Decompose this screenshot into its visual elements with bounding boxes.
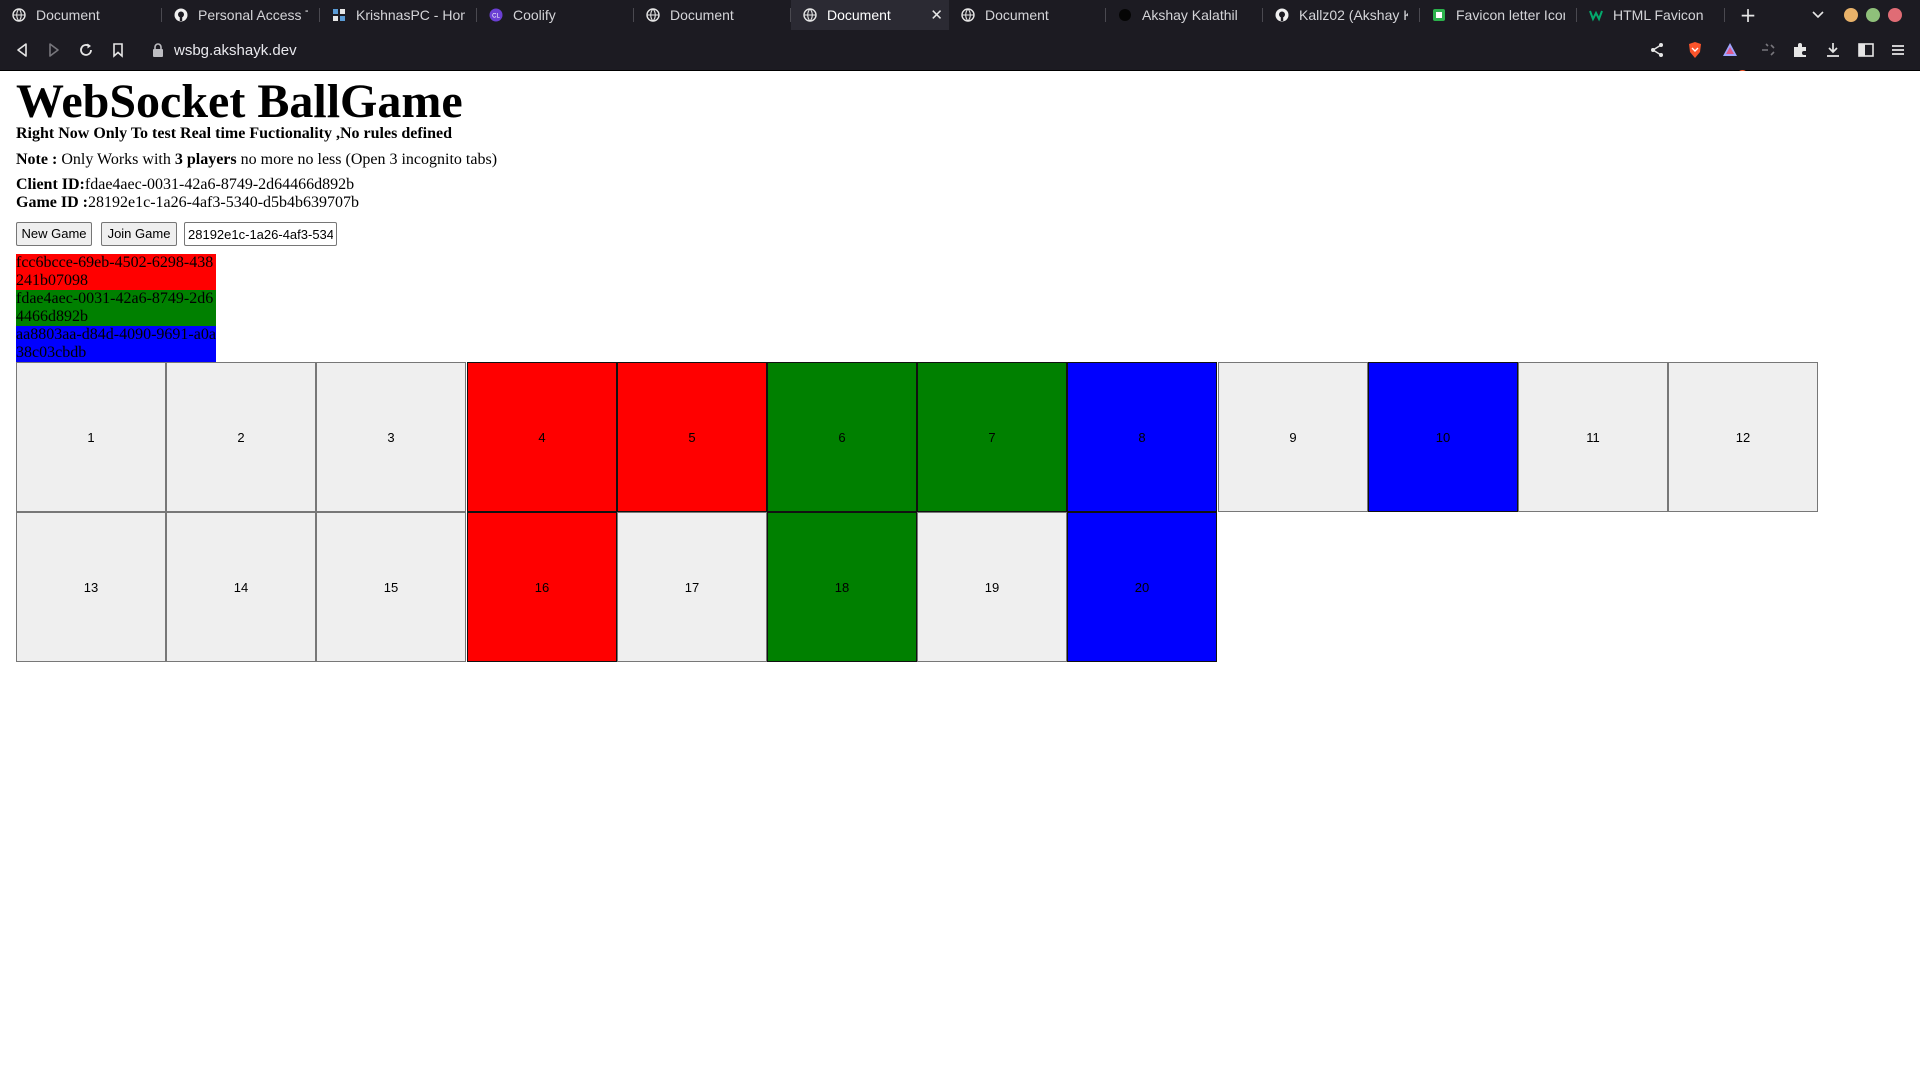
tab-title: Akshay Kalathil (1142, 7, 1238, 23)
board-cell[interactable]: 7 (917, 362, 1067, 512)
tab-list-chevron-icon[interactable] (1810, 6, 1826, 22)
bookmark-icon[interactable] (108, 40, 128, 60)
tab-title: KrishnasPC - Home (356, 7, 465, 23)
forward-icon[interactable] (44, 40, 64, 60)
browser-tab[interactable]: HTML Favicon (1577, 0, 1725, 30)
join-game-button[interactable]: Join Game (101, 222, 177, 246)
globe-icon (12, 8, 26, 22)
tab-title: Document (670, 7, 734, 23)
github-icon (174, 8, 188, 22)
session-ids: Client ID:fdae4aec-0031-42a6-8749-2d6446… (16, 176, 359, 212)
page-title: WebSocket BallGame (16, 75, 463, 128)
back-icon[interactable] (12, 40, 32, 60)
client-id-value: fdae4aec-0031-42a6-8749-2d64466d892b (84, 176, 355, 193)
client-id-label: Client ID: (16, 176, 85, 193)
note-text-1: Only Works with (57, 151, 175, 168)
tab-strip: Document Personal Access Tok KrishnasPC - … (0, 0, 1920, 30)
board-cell[interactable]: 1 (16, 362, 166, 512)
tab-title: Coolify (513, 7, 556, 23)
browser-tab[interactable]: Document (0, 0, 162, 30)
browser-tab[interactable]: Kallz02 (Akshay Kala (1263, 0, 1420, 30)
tab-title: HTML Favicon (1613, 7, 1704, 23)
game-id-label: Game ID : (16, 194, 88, 211)
coolify-icon: CL (489, 8, 503, 22)
browser-tab[interactable]: Document (634, 0, 791, 30)
browser-tab[interactable]: Personal Access Tok (162, 0, 320, 30)
browser-tab[interactable]: Document (949, 0, 1106, 30)
lock-icon (153, 43, 163, 57)
url-field[interactable]: wsbg.akshayk.dev (152, 40, 297, 60)
grid-app-icon (332, 8, 346, 22)
window-minimize-dot[interactable] (1844, 8, 1858, 22)
board-cell[interactable]: 15 (316, 512, 466, 662)
player-entry: aa8803aa-d84d-4090-9691-a0a38c03cbdb (16, 326, 216, 362)
players-list: fcc6bcce-69eb-4502-6298-438241b07098 fdae… (16, 254, 216, 362)
share-icon[interactable] (1647, 40, 1667, 60)
menu-icon[interactable] (1888, 40, 1908, 60)
reload-icon[interactable] (76, 40, 96, 60)
browser-tab[interactable]: Favicon letter Icons (1420, 0, 1577, 30)
board-cell[interactable]: 17 (617, 512, 767, 662)
url-text: wsbg.akshayk.dev (174, 41, 297, 59)
download-icon[interactable] (1823, 40, 1843, 60)
game-id-value: 28192e1c-1a26-4af3-5340-d5b4b639707b (87, 194, 360, 211)
board-cell[interactable]: 12 (1668, 362, 1818, 512)
board-cell[interactable]: 19 (917, 512, 1067, 662)
tab-title: Document (985, 7, 1049, 23)
sidebar-icon[interactable] (1856, 40, 1876, 60)
svg-text:CL: CL (492, 14, 500, 20)
tab-separator (1724, 8, 1725, 22)
page-subtitle: Right Now Only To test Real time Fuction… (16, 125, 452, 142)
note-players-count: 3 players (174, 151, 237, 168)
new-tab-button[interactable]: + (1736, 3, 1760, 27)
board-cell[interactable]: 20 (1067, 512, 1217, 662)
tab-title: Document (827, 7, 891, 23)
address-bar: wsbg.akshayk.dev 1 (0, 30, 1920, 81)
window-maximize-dot[interactable] (1866, 8, 1880, 22)
page-content: WebSocket BallGame Right Now Only To tes… (0, 71, 1920, 1080)
dark-circle-icon (1118, 8, 1132, 22)
player-entry: fdae4aec-0031-42a6-8749-2d64466d892b (16, 290, 216, 326)
tab-title: Personal Access Tok (198, 7, 308, 23)
github-icon (1275, 8, 1289, 22)
green-square-icon (1432, 8, 1446, 22)
board-cell[interactable]: 6 (767, 362, 917, 512)
globe-icon (961, 8, 975, 22)
game-id-input[interactable] (184, 222, 337, 246)
brave-shields-icon[interactable] (1685, 40, 1705, 60)
board-cell[interactable]: 13 (16, 512, 166, 662)
browser-tab[interactable]: Akshay Kalathil (1106, 0, 1263, 30)
w-icon (1589, 8, 1603, 22)
extensions-puzzle-icon[interactable] (1790, 40, 1810, 60)
note-label: Note : (16, 151, 58, 168)
player-entry: fcc6bcce-69eb-4502-6298-438241b07098 (16, 254, 216, 290)
tab-title: Favicon letter Icons (1456, 7, 1565, 23)
board-cell[interactable]: 3 (316, 362, 466, 512)
note-text-2: no more no less (Open 3 incognito tabs) (236, 151, 498, 168)
tab-title: Document (36, 7, 100, 23)
board-cell[interactable]: 2 (166, 362, 316, 512)
globe-icon (803, 8, 817, 22)
browser-tab[interactable]: Document ✕ (791, 0, 949, 30)
board-cell[interactable]: 18 (767, 512, 917, 662)
window-close-dot[interactable] (1888, 8, 1902, 22)
tab-title: Kallz02 (Akshay Kala (1299, 7, 1408, 23)
board-cell[interactable]: 14 (166, 512, 316, 662)
vpn-icon[interactable] (1758, 40, 1778, 60)
board-cell[interactable]: 8 (1067, 362, 1217, 512)
board-cell[interactable]: 10 (1368, 362, 1518, 512)
board-cell[interactable]: 16 (467, 512, 617, 662)
board-cell[interactable]: 11 (1518, 362, 1668, 512)
brave-rewards-icon[interactable] (1720, 40, 1740, 60)
board-cell[interactable]: 9 (1218, 362, 1368, 512)
close-tab-icon[interactable]: ✕ (930, 6, 943, 24)
browser-tab[interactable]: KrishnasPC - Home (320, 0, 477, 30)
browser-tab[interactable]: CL Coolify (477, 0, 634, 30)
globe-icon (646, 8, 660, 22)
new-game-button[interactable]: New Game (16, 222, 92, 246)
board-cell[interactable]: 4 (467, 362, 617, 512)
board-cell[interactable]: 5 (617, 362, 767, 512)
players-note: Note : Only Works with 3 players no more… (16, 150, 497, 170)
